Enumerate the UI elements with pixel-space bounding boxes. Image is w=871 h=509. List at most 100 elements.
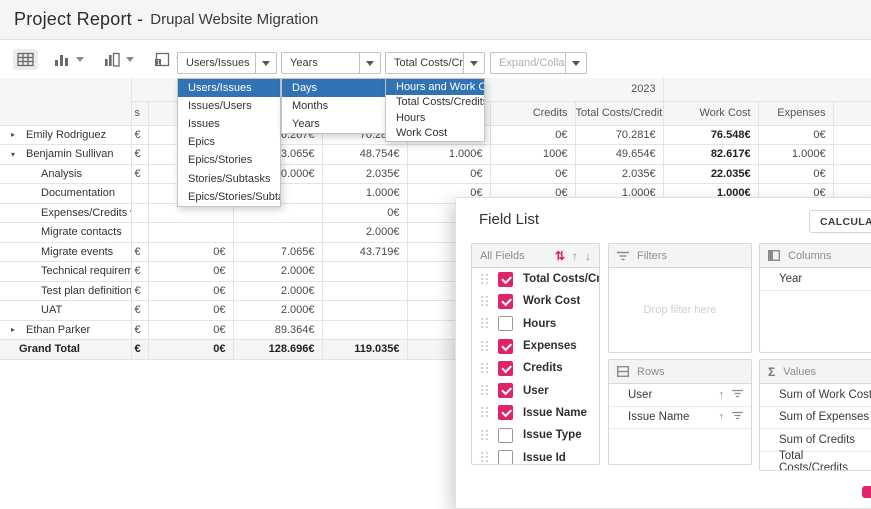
zone-field-item[interactable]: Total Costs/Credits xyxy=(760,452,871,472)
combo-arrow-button[interactable] xyxy=(463,53,484,73)
combo-arrow-button[interactable] xyxy=(565,53,586,73)
bar-chart-icon xyxy=(54,52,70,67)
zone-field-item[interactable]: Sum of Credits xyxy=(760,429,871,452)
value-cell: 70.281€ xyxy=(575,125,663,145)
field-item[interactable]: Work Cost xyxy=(472,290,599,312)
drag-handle-icon[interactable] xyxy=(481,318,488,329)
drag-handle-icon[interactable] xyxy=(481,274,488,285)
field-checkbox[interactable] xyxy=(498,361,513,376)
field-checkbox[interactable] xyxy=(498,339,513,354)
zone-field-item[interactable]: Sum of Expenses xyxy=(760,407,871,430)
field-item[interactable]: Credits xyxy=(472,357,599,379)
menu-item-values[interactable]: Work Cost xyxy=(386,126,484,142)
combo-arrow-button[interactable] xyxy=(359,53,380,73)
row-label-text: Technical requireme… xyxy=(41,265,131,277)
zone-field-item[interactable]: Sum of Work Cost xyxy=(760,384,871,407)
expand-toggle-icon[interactable]: ▸ xyxy=(11,325,22,334)
value-cell: 0€ xyxy=(758,125,833,145)
field-item[interactable]: Issue Id xyxy=(472,446,599,465)
value-cell: € xyxy=(131,262,148,282)
menu-item-period[interactable]: Days xyxy=(282,79,387,97)
menu-item-hierarchy[interactable]: Epics/Stories xyxy=(178,151,280,169)
menu-item-hierarchy[interactable]: Epics xyxy=(178,133,280,151)
hierarchy-combo[interactable]: Users/Issues xyxy=(177,52,277,74)
value-cell xyxy=(322,301,407,321)
period-dropdown-menu: DaysMonthsYears xyxy=(281,78,388,134)
field-checkbox[interactable] xyxy=(498,294,513,309)
drag-handle-icon[interactable] xyxy=(481,363,488,374)
menu-item-values[interactable]: Hours xyxy=(386,110,484,126)
field-name: Issue Name xyxy=(523,407,587,419)
values-combo[interactable]: Total Costs/Credits xyxy=(385,52,485,74)
value-cell: 1.000€ xyxy=(758,145,833,165)
field-list-title: Field List xyxy=(479,211,539,228)
field-item[interactable]: Issue Name xyxy=(472,402,599,424)
combo-arrow-button[interactable] xyxy=(255,53,276,73)
charts-button[interactable] xyxy=(50,49,88,70)
zone-field-item[interactable]: Issue Name↑ xyxy=(609,407,751,430)
field-item[interactable]: Expenses xyxy=(472,335,599,357)
chevron-down-icon xyxy=(76,57,84,62)
menu-item-period[interactable]: Months xyxy=(282,97,387,115)
field-item[interactable]: Total Costs/Credits xyxy=(472,268,599,290)
zone-field-name: Sum of Work Cost xyxy=(779,389,871,401)
page-title: Project Report - xyxy=(14,9,143,30)
field-checkbox[interactable] xyxy=(498,428,513,443)
drag-handle-icon[interactable] xyxy=(481,430,488,441)
field-checkbox[interactable] xyxy=(498,272,513,287)
combo-value: Users/Issues xyxy=(178,57,255,69)
row-header-cell[interactable]: ▸Ethan Parker xyxy=(0,320,131,340)
field-item[interactable]: Hours xyxy=(472,313,599,335)
menu-item-period[interactable]: Years xyxy=(282,115,387,133)
field-checkbox[interactable] xyxy=(498,450,513,465)
period-combo[interactable]: Years xyxy=(281,52,381,74)
menu-item-hierarchy[interactable]: Epics/Stories/Subtasks xyxy=(178,188,280,206)
row-label: Migrate contacts xyxy=(0,223,131,242)
values-box: Σ Values Sum of Work Cost Sum of Expenses… xyxy=(759,359,871,471)
grid-and-charts-button[interactable] xyxy=(100,49,138,70)
menu-item-hierarchy[interactable]: Stories/Subtasks xyxy=(178,169,280,187)
expand-toggle-icon[interactable]: ▸ xyxy=(11,130,22,139)
row-label-text: UAT xyxy=(41,304,62,316)
all-fields-label: All Fields xyxy=(480,250,525,262)
field-item[interactable]: Issue Type xyxy=(472,424,599,446)
value-cell: € xyxy=(131,301,148,321)
collapse-toggle-icon[interactable]: ▾ xyxy=(11,150,22,159)
zone-field-item[interactable]: Year xyxy=(760,268,871,291)
field-filter-icon[interactable] xyxy=(732,411,743,423)
menu-item-values[interactable]: Hours and Work Cost xyxy=(386,79,484,95)
drag-handle-icon[interactable] xyxy=(481,385,488,396)
sort-arrow-icon[interactable]: ↑ xyxy=(719,389,725,401)
filter-drop-zone[interactable]: Drop filter here xyxy=(609,268,751,352)
drag-handle-icon[interactable] xyxy=(481,296,488,307)
sort-arrow-icon[interactable]: ↑ xyxy=(719,411,725,423)
menu-item-hierarchy[interactable]: Users/Issues xyxy=(178,79,280,97)
value-cell xyxy=(833,145,871,165)
sort-az-icon[interactable]: ⇅ xyxy=(555,249,565,263)
row-header-cell[interactable]: ▾Benjamin Sullivan xyxy=(0,145,131,165)
field-checkbox[interactable] xyxy=(498,383,513,398)
field-filter-icon[interactable] xyxy=(732,389,743,401)
value-cell: 2.000€ xyxy=(233,301,322,321)
grid-view-button[interactable] xyxy=(13,49,38,70)
drag-handle-icon[interactable] xyxy=(481,341,488,352)
expand-collapse-combo[interactable]: Expand/Collapse xyxy=(490,52,587,74)
drag-handle-icon[interactable] xyxy=(481,452,488,463)
field-item[interactable]: User xyxy=(472,379,599,401)
field-checkbox[interactable] xyxy=(498,405,513,420)
sort-desc-icon[interactable]: ↓ xyxy=(585,249,591,263)
value-cell: € xyxy=(131,145,148,165)
apply-button-partial[interactable] xyxy=(862,486,871,498)
values-dropdown-menu: Hours and Work CostTotal Costs/CreditsHo… xyxy=(385,78,485,142)
zone-field-item[interactable]: User↑ xyxy=(609,384,751,407)
menu-item-hierarchy[interactable]: Issues xyxy=(178,115,280,133)
calculated-values-button[interactable]: CALCULATED xyxy=(809,210,871,233)
sort-asc-icon[interactable]: ↑ xyxy=(572,249,578,263)
drag-handle-icon[interactable] xyxy=(481,407,488,418)
measure-header-cell: s xyxy=(131,101,148,125)
field-checkbox[interactable] xyxy=(498,316,513,331)
menu-item-values[interactable]: Total Costs/Credits xyxy=(386,95,484,111)
values-header: Σ Values xyxy=(760,360,871,384)
row-header-cell[interactable]: ▸Emily Rodriguez xyxy=(0,125,131,145)
menu-item-hierarchy[interactable]: Issues/Users xyxy=(178,97,280,115)
